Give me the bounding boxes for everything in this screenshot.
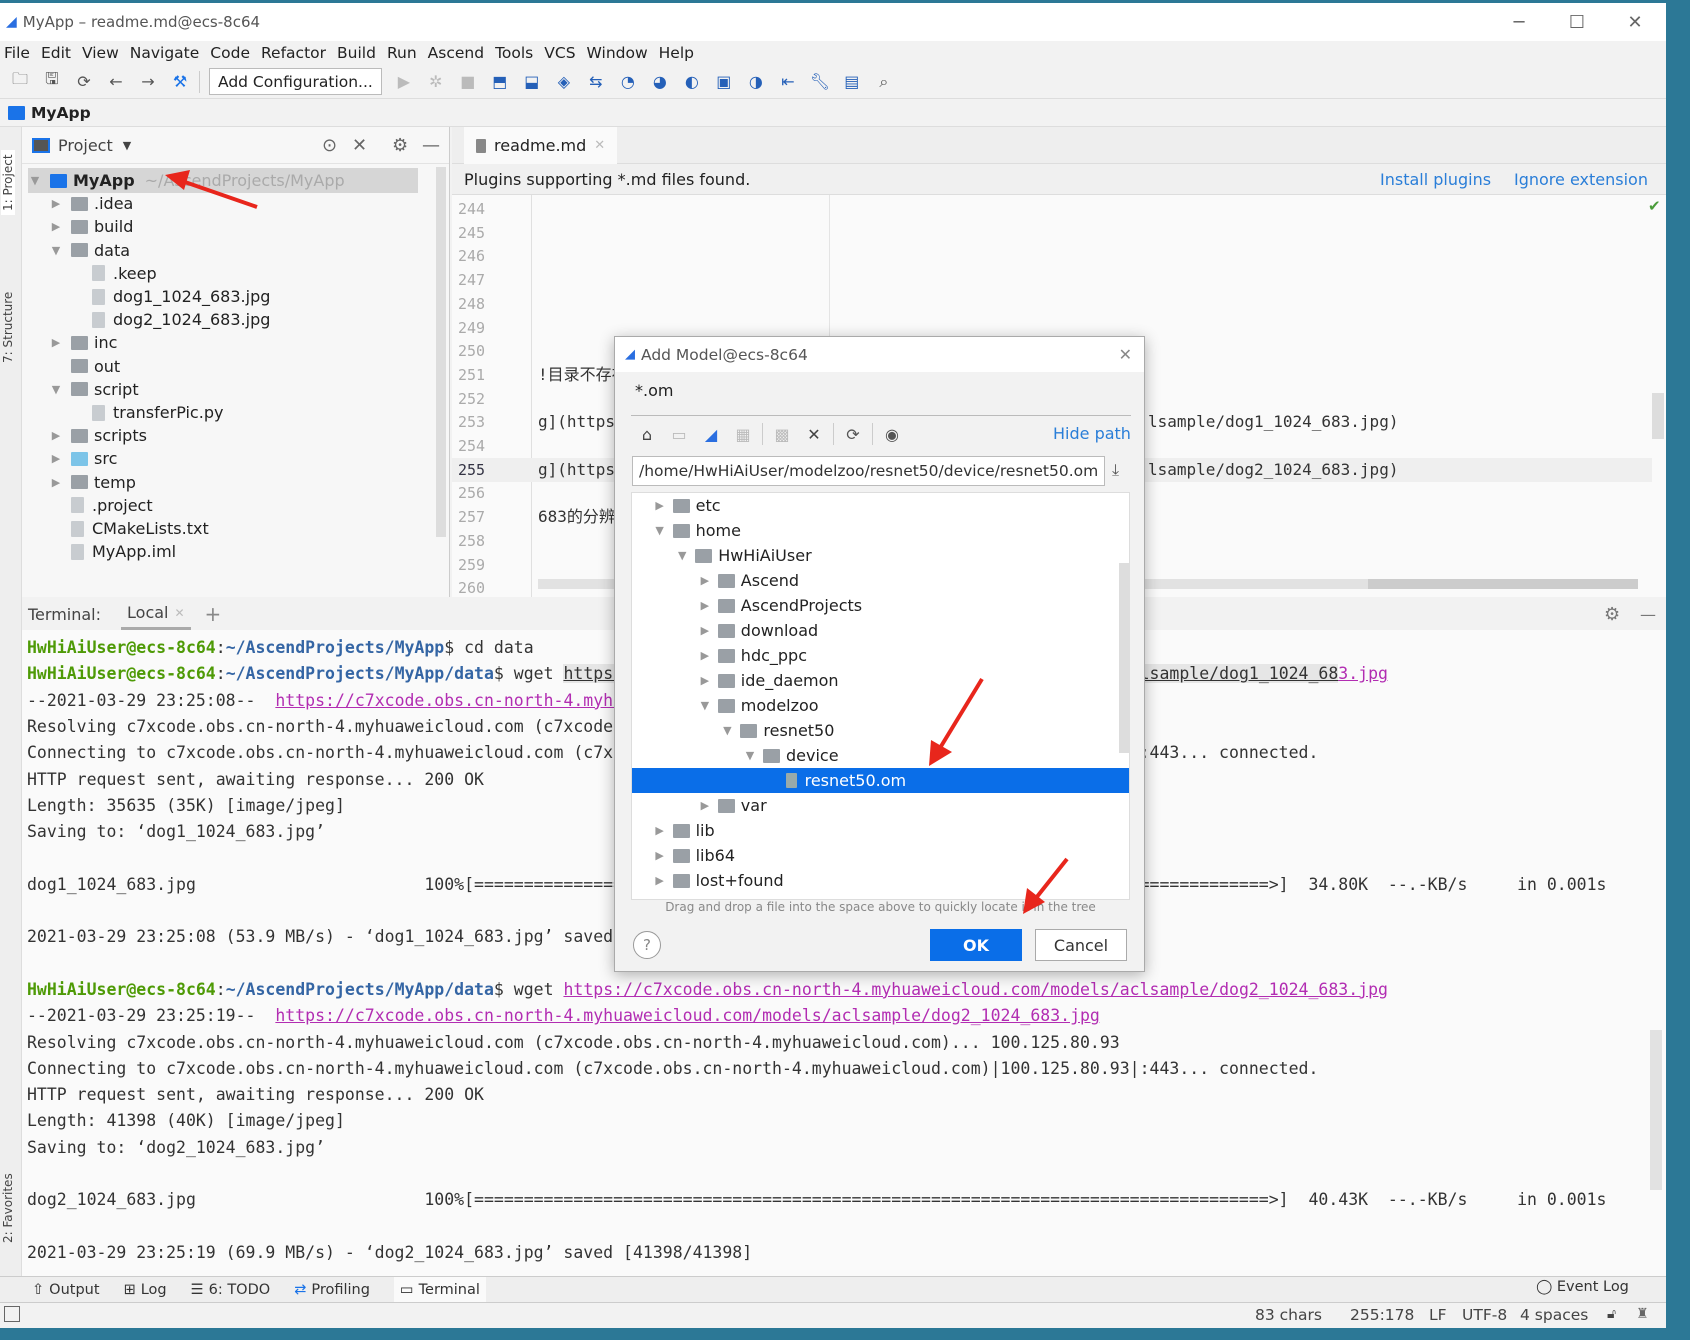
annotation-arrow	[165, 170, 258, 209]
annotation-arrow	[929, 677, 984, 766]
annotation-arrow	[1023, 857, 1069, 914]
annotation-arrows	[165, 170, 1069, 914]
